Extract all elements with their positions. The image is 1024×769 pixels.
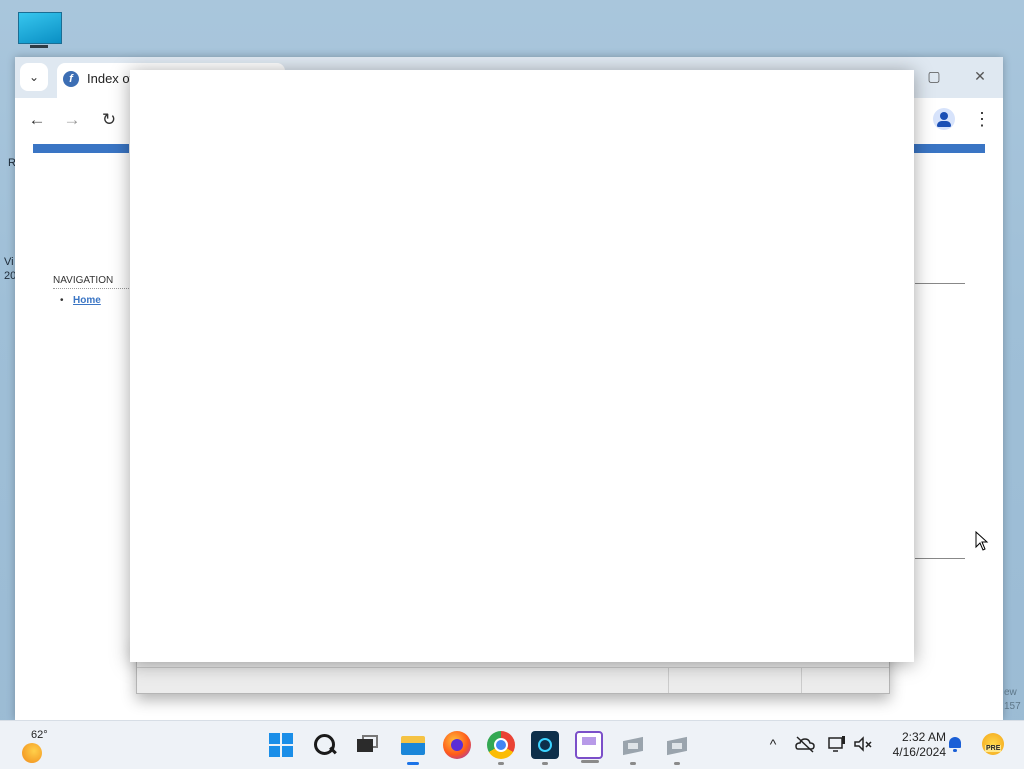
running-indicator — [674, 762, 680, 765]
running-indicator — [498, 762, 504, 765]
running-indicator — [630, 762, 636, 765]
close-window-button[interactable]: ✕ — [965, 65, 995, 87]
reload-icon: ↻ — [101, 110, 117, 129]
mouse-cursor-icon — [975, 531, 989, 551]
divider — [668, 667, 669, 693]
close-icon: ✕ — [974, 68, 986, 84]
more-vert-icon: ⋮ — [973, 109, 991, 129]
chevron-down-icon: ⌄ — [28, 70, 40, 84]
tab-search-button[interactable]: ⌄ — [20, 63, 48, 91]
windows-logo-icon — [282, 746, 293, 757]
volume-muted-icon[interactable] — [852, 733, 874, 755]
navigation-heading: NAVIGATION — [53, 275, 133, 289]
notification-bell-icon[interactable] — [948, 737, 962, 752]
list-bullet: • — [60, 295, 64, 306]
virtual-machine-icon[interactable] — [619, 731, 647, 765]
running-indicator — [581, 760, 599, 763]
taskbar: 62° ^ 2:32 AM 4/16/2024 PRE — [0, 720, 1024, 769]
windows-logo-icon — [269, 746, 280, 757]
reload-button[interactable]: ↻ — [97, 108, 121, 132]
fedora-icon: f — [63, 71, 79, 87]
windows-logo-icon — [282, 733, 293, 744]
clock-time: 2:32 AM — [901, 730, 946, 744]
chevron-up-icon: ^ — [769, 736, 777, 752]
show-hidden-icons-button[interactable]: ^ — [762, 733, 784, 755]
preview-badge-icon[interactable]: PRE — [982, 733, 1004, 755]
browser-menu-button[interactable]: ⋮ — [973, 108, 991, 130]
search-button[interactable] — [311, 731, 339, 759]
windows-logo-icon — [269, 733, 280, 744]
file-explorer-icon[interactable] — [399, 731, 427, 765]
preview-badge-label: PRE — [985, 745, 1002, 752]
forward-button[interactable]: → — [60, 108, 84, 132]
page-header-bar — [33, 144, 129, 153]
active-indicator — [407, 762, 419, 765]
virtual-machine-icon[interactable] — [663, 731, 691, 765]
app-icon[interactable] — [531, 731, 559, 765]
monitor-screen — [18, 12, 62, 44]
back-arrow-icon: ← — [28, 110, 46, 129]
desktop-computer-icon[interactable] — [18, 12, 62, 52]
profile-avatar-icon[interactable] — [933, 108, 955, 130]
maximize-icon: ▢ — [927, 68, 941, 84]
task-view-button[interactable] — [353, 731, 381, 759]
maximize-button[interactable]: ▢ — [919, 65, 949, 87]
start-button[interactable] — [267, 731, 295, 759]
back-button[interactable]: ← — [25, 108, 49, 132]
onedrive-offline-icon[interactable] — [794, 733, 816, 755]
divider — [915, 558, 965, 559]
system-clock[interactable]: 2:32 AM 4/16/2024 — [880, 730, 946, 760]
divider — [915, 283, 965, 284]
nav-link-home[interactable]: Home — [73, 295, 101, 306]
forward-arrow-icon: → — [63, 110, 81, 129]
weather-widget[interactable]: 62° — [20, 727, 50, 763]
weather-icon — [22, 743, 42, 763]
running-indicator — [542, 762, 548, 765]
blank-window[interactable] — [130, 70, 914, 662]
desktop-corner-text: ew — [1004, 687, 1017, 698]
page-header-bar — [913, 144, 985, 153]
firefox-icon[interactable] — [443, 731, 471, 759]
network-icon[interactable] — [826, 733, 848, 755]
chrome-icon[interactable] — [487, 731, 515, 765]
desktop-corner-text: 157 — [1004, 701, 1021, 712]
desktop-edge-text: Vi — [4, 256, 14, 268]
tab-title: Index of — [87, 71, 134, 86]
weather-temperature: 62° — [31, 729, 48, 741]
notepad-app-icon[interactable] — [575, 731, 603, 763]
divider — [801, 667, 802, 693]
monitor-stand — [30, 45, 48, 48]
clock-date: 4/16/2024 — [892, 745, 946, 759]
dialog-button-row — [137, 667, 889, 694]
